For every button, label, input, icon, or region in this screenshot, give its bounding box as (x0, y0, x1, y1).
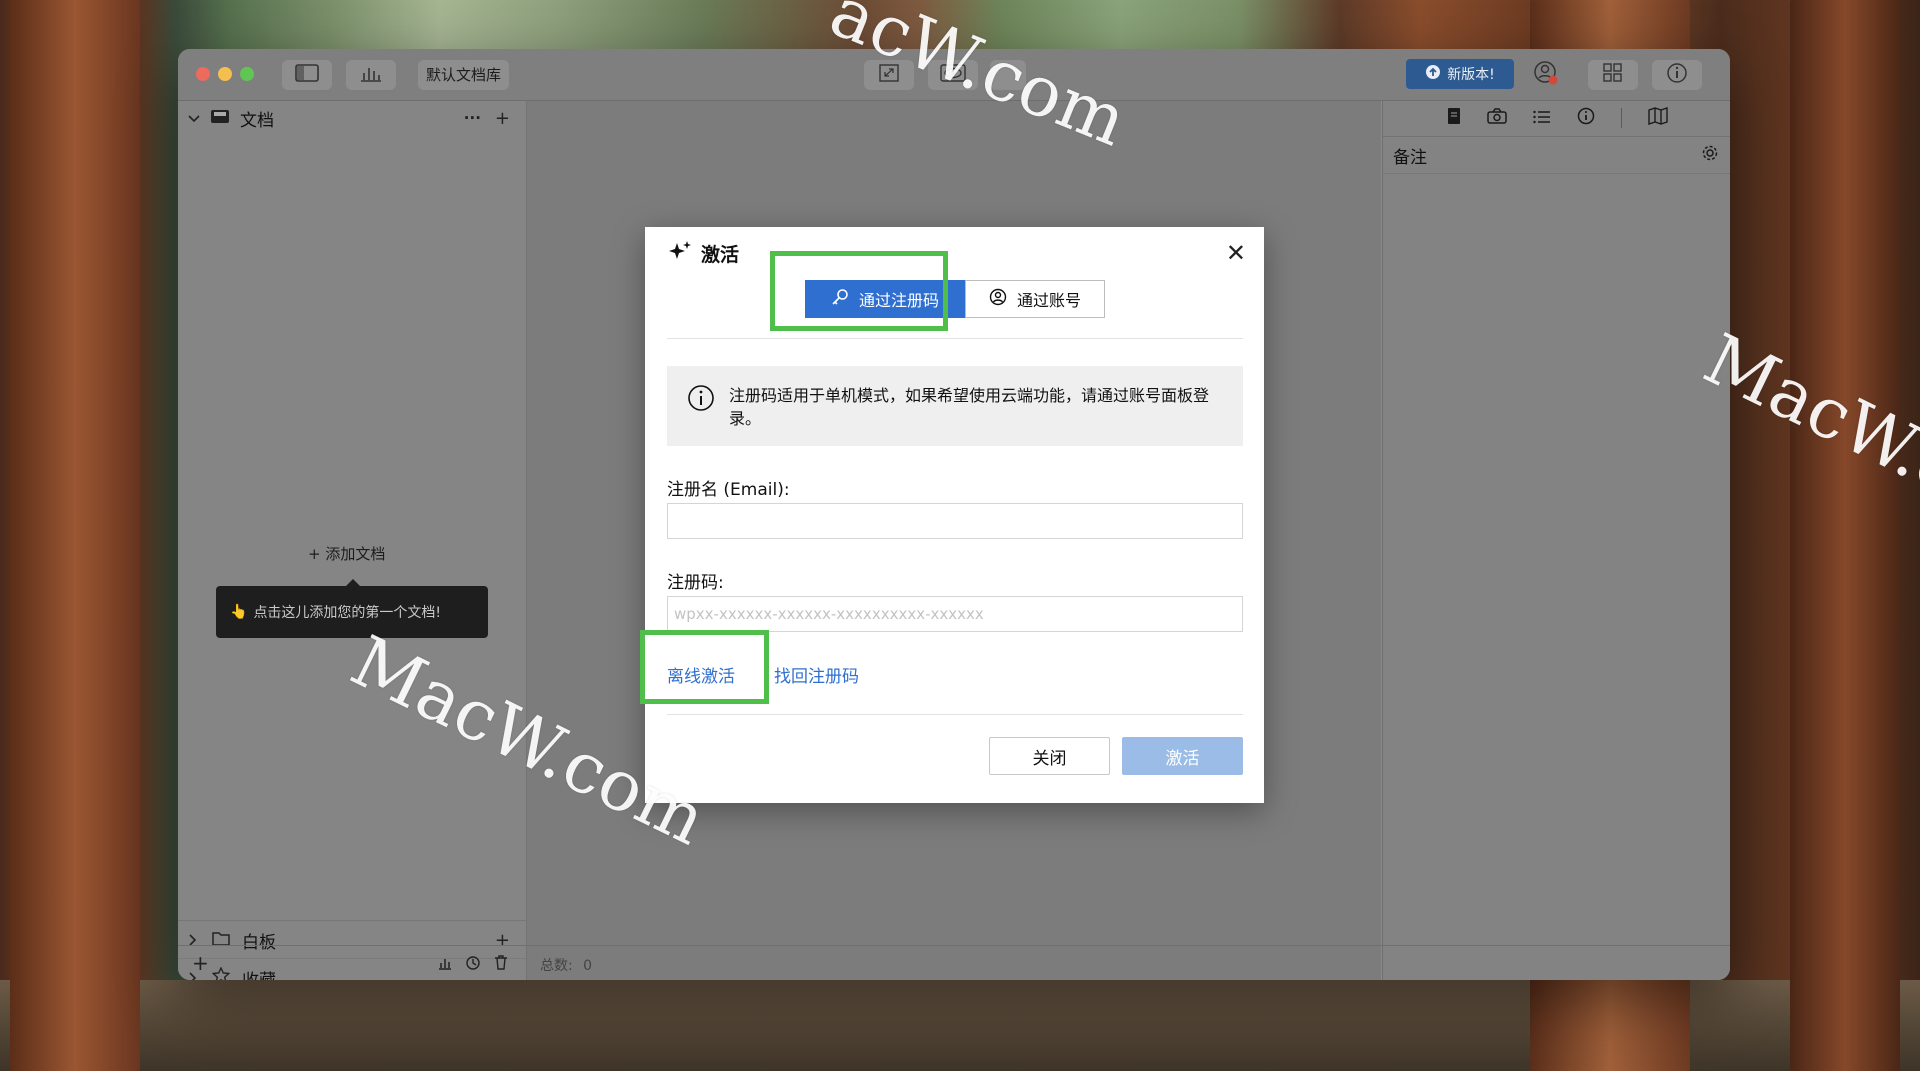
documents-section-header[interactable]: 文档 ··· + (178, 101, 526, 135)
sparkle-icon (667, 239, 693, 268)
info-button[interactable] (1652, 60, 1702, 90)
tab-separator (1620, 108, 1622, 128)
total-value: 0 (583, 958, 593, 974)
sidebar: 文档 ··· + + 添加文档 👆 点击这儿添加您的第一个文档! 白板 + (178, 101, 527, 980)
camera-icon[interactable] (1486, 108, 1507, 128)
recover-code-link[interactable]: 找回注册码 (774, 662, 859, 687)
add-document-label: 添加文档 (325, 545, 386, 563)
tab-registration-code-label: 通过注册码 (858, 291, 939, 310)
toggle-sidebar-button[interactable] (282, 60, 332, 90)
total-label: 总数: (540, 958, 573, 974)
layout-button[interactable] (1588, 60, 1638, 90)
stats-icon[interactable] (438, 955, 452, 974)
dialog-title-text: 激活 (701, 244, 740, 266)
tooltip-text: 点击这儿添加您的第一个文档! (253, 605, 442, 621)
list-icon[interactable] (1532, 109, 1551, 128)
note-icon[interactable] (1447, 107, 1461, 129)
pointing-hand-icon: 👆 (230, 604, 248, 620)
close-window-button[interactable] (196, 67, 210, 81)
registration-code-field[interactable] (667, 596, 1243, 632)
sidebar-icon (295, 64, 319, 86)
close-icon[interactable]: ✕ (1226, 241, 1246, 265)
inspector-tabs (1383, 101, 1730, 135)
minimize-window-button[interactable] (218, 67, 232, 81)
tab-account-label: 通过账号 (1016, 291, 1081, 310)
close-button[interactable]: 关闭 (989, 737, 1110, 775)
notes-title: 备注 (1393, 147, 1427, 168)
new-version-label: 新版本! (1447, 67, 1495, 83)
user-alert-icon (1533, 60, 1559, 90)
dialog-title: 激活 (667, 239, 739, 268)
background-trunk (1790, 0, 1900, 1071)
header-divider (667, 338, 1243, 339)
bar-chart-icon (359, 64, 383, 86)
library-selector[interactable]: 默认文档库 (418, 60, 510, 90)
add-footer-icon[interactable]: + (192, 951, 209, 975)
user-circle-icon (989, 288, 1007, 310)
info-icon (1666, 62, 1688, 88)
zoom-window-button[interactable] (240, 67, 254, 81)
chart-view-button[interactable] (346, 60, 396, 90)
info-circle-icon[interactable] (1577, 107, 1595, 129)
inbox-icon (210, 108, 230, 128)
documents-section-label: 文档 (240, 110, 274, 131)
inspector-panel: 备注 (1382, 101, 1730, 980)
activation-dialog: 激活 ✕ 通过注册码 通过账号 注册码适用于单机模式，如果希望使用云端功能，请通… (640, 227, 1264, 803)
trash-icon[interactable] (494, 955, 508, 974)
add-icon[interactable]: + (495, 108, 510, 129)
gear-icon[interactable] (1701, 144, 1719, 166)
chevron-down-icon (188, 109, 200, 128)
map-icon[interactable] (1647, 107, 1668, 129)
notes-header: 备注 (1383, 136, 1730, 174)
tab-account[interactable]: 通过账号 (965, 280, 1105, 318)
info-circle-icon (687, 384, 715, 416)
clock-icon[interactable] (466, 955, 480, 974)
new-version-button[interactable]: 新版本! (1406, 59, 1514, 89)
add-document-tooltip: 👆 点击这儿添加您的第一个文档! (216, 579, 488, 638)
code-label: 注册码: (667, 573, 724, 593)
upload-icon (1425, 64, 1441, 84)
add-document-button[interactable]: + 添加文档 (308, 543, 385, 564)
email-field[interactable] (667, 503, 1243, 539)
background-trunk (10, 0, 140, 1071)
tab-registration-code[interactable]: 通过注册码 (805, 280, 965, 318)
key-icon (831, 288, 849, 310)
footer-divider (667, 714, 1243, 715)
grid-icon (1602, 63, 1624, 87)
plus-icon: + (308, 545, 321, 563)
status-bar: + 总数: 0 (178, 945, 1730, 980)
activate-button[interactable]: 激活 (1122, 737, 1243, 775)
email-label: 注册名 (Email): (667, 480, 790, 500)
info-notice-text: 注册码适用于单机模式，如果希望使用云端功能，请通过账号面板登录。 (729, 386, 1210, 428)
more-options-icon[interactable]: ··· (464, 109, 481, 127)
info-notice: 注册码适用于单机模式，如果希望使用云端功能，请通过账号面板登录。 (667, 366, 1243, 446)
offline-activation-link[interactable]: 离线激活 (667, 662, 735, 687)
activation-method-tabs: 通过注册码 通过账号 (805, 280, 1105, 318)
total-count: 总数: 0 (540, 955, 592, 975)
account-button[interactable] (1526, 60, 1566, 90)
